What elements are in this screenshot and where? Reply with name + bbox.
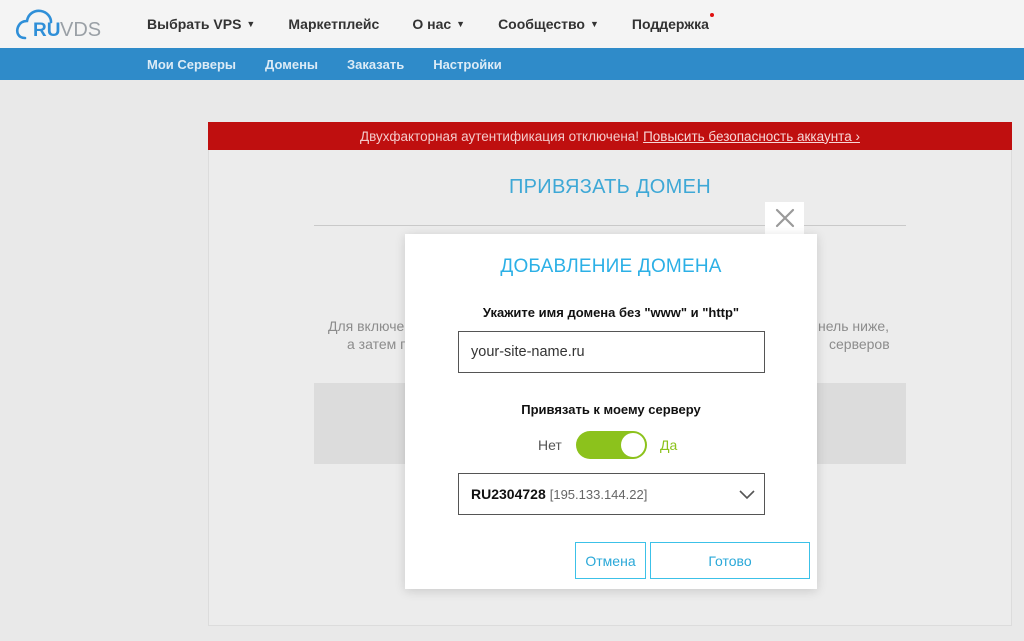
bind-server-label: Привязать к моему серверу	[521, 402, 701, 417]
main-nav: Выбрать VPS ▼ Маркетплейс О нас ▼ Сообще…	[147, 0, 742, 48]
nav-choose-vps-label: Выбрать VPS	[147, 16, 242, 32]
logo-ru-text: RU	[33, 20, 61, 41]
chevron-down-icon	[739, 490, 755, 500]
instructions-line-2-end: серверов	[829, 336, 890, 352]
account-nav: Мои Серверы Домены Заказать Настройки	[147, 48, 531, 80]
nav-support-label: Поддержка	[631, 16, 709, 32]
nav-choose-vps[interactable]: Выбрать VPS ▼	[147, 16, 255, 32]
logo-vds-text: VDS	[60, 19, 102, 41]
bind-server-toggle[interactable]	[576, 431, 647, 459]
nav-marketplace[interactable]: Маркетплейс	[288, 16, 379, 32]
close-icon	[775, 208, 794, 228]
ruvds-logo[interactable]: RU VDS	[15, 7, 105, 41]
toggle-yes-label: Да	[660, 437, 678, 453]
nav-community[interactable]: Сообщество ▼	[498, 16, 599, 32]
instructions-line-1-end: нель ниже,	[818, 318, 889, 334]
nav-about-label: О нас	[412, 16, 452, 32]
instructions-line-1: Для включе	[328, 318, 405, 334]
page-title: ПРИВЯЗАТЬ ДОМЕН	[508, 176, 711, 198]
two-factor-alert: Двухфакторная аутентификация отключена! …	[208, 122, 1012, 150]
server-ip: [195.133.144.22]	[549, 486, 648, 502]
toggle-no-label: Нет	[538, 437, 562, 453]
nav-marketplace-label: Маркетплейс	[288, 16, 380, 32]
cancel-button[interactable]: Отмена	[575, 542, 646, 579]
add-domain-modal: ДОБАВЛЕНИЕ ДОМЕНА Укажите имя домена без…	[405, 234, 817, 589]
toggle-knob	[621, 433, 645, 457]
server-id: RU2304728	[471, 486, 546, 502]
bind-server-toggle-row: Нет Да	[405, 431, 817, 459]
instructions-text-left: Для включе а затем п	[328, 317, 408, 353]
nav-support[interactable]: Поддержка	[631, 13, 714, 32]
domain-field-label: Укажите имя домена без "www" и "http"	[482, 305, 740, 320]
notification-dot-icon	[709, 13, 714, 17]
caret-down-icon: ▼	[589, 19, 599, 29]
top-header: RU VDS Выбрать VPS ▼ Маркетплейс О нас ▼…	[0, 0, 1024, 48]
nav-community-label: Сообщество	[498, 16, 585, 32]
caret-down-icon: ▼	[456, 19, 466, 29]
subnav-settings[interactable]: Настройки	[433, 57, 502, 72]
caret-down-icon: ▼	[246, 19, 256, 29]
subnav-my-servers[interactable]: Мои Серверы	[147, 57, 236, 72]
subnav-domains[interactable]: Домены	[265, 57, 318, 72]
modal-close-button[interactable]	[765, 202, 804, 234]
nav-about[interactable]: О нас ▼	[412, 16, 465, 32]
server-select[interactable]: RU2304728 [195.133.144.22]	[458, 473, 765, 515]
instructions-line-2: а затем п	[347, 336, 408, 352]
alert-security-link[interactable]: Повысить безопасность аккаунта ›	[643, 129, 860, 144]
done-button[interactable]: Готово	[650, 542, 810, 579]
domain-name-input[interactable]	[458, 331, 765, 373]
modal-title: ДОБАВЛЕНИЕ ДОМЕНА	[500, 256, 722, 277]
subnav-order[interactable]: Заказать	[347, 57, 404, 72]
sub-header: Мои Серверы Домены Заказать Настройки	[0, 48, 1024, 80]
title-divider	[314, 225, 906, 226]
instructions-text-right: нель ниже, серверов	[818, 317, 890, 353]
alert-text: Двухфакторная аутентификация отключена!	[360, 128, 640, 144]
